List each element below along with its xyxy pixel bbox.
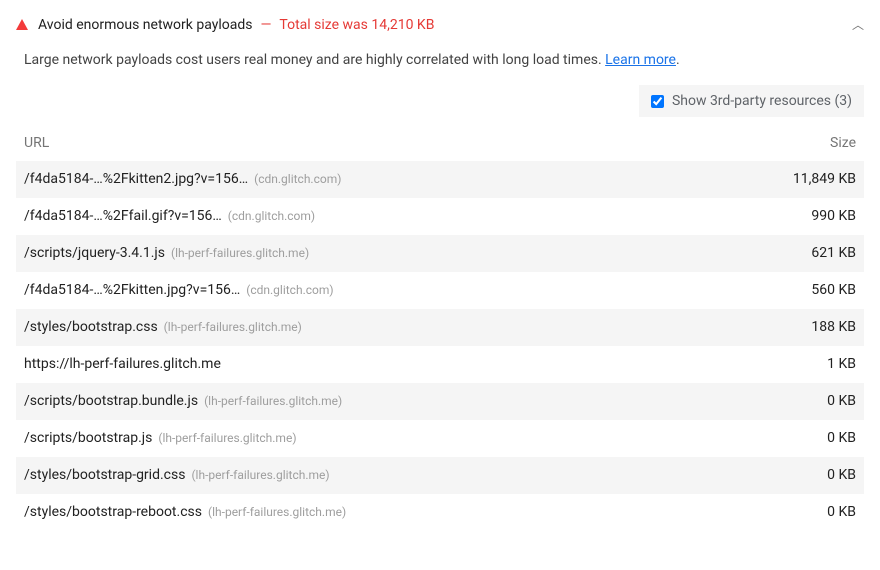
thirdparty-label: Show 3rd-party resources (3) xyxy=(672,93,852,109)
url-cell: https://lh-perf-failures.glitch.me xyxy=(24,356,746,372)
url-cell: /f4da5184-…%2Fkitten2.jpg?v=156… (cdn.gli… xyxy=(24,171,746,187)
size-cell: 11,849 KB xyxy=(746,171,856,187)
table-row: /scripts/jquery-3.4.1.js (lh-perf-failure… xyxy=(16,235,864,272)
size-cell: 0 KB xyxy=(746,504,856,520)
url-cell: /styles/bootstrap-reboot.css (lh-perf-fai… xyxy=(24,504,746,520)
audit-description: Large network payloads cost users real m… xyxy=(16,43,864,85)
url-cell: /scripts/bootstrap.bundle.js (lh-perf-fai… xyxy=(24,393,746,409)
table-row: https://lh-perf-failures.glitch.me 1 KB xyxy=(16,346,864,383)
url-origin: (cdn.glitch.com) xyxy=(228,209,315,223)
size-cell: 0 KB xyxy=(746,430,856,446)
audit-detail: Total size was 14,210 KB xyxy=(279,17,434,33)
size-cell: 560 KB xyxy=(746,282,856,298)
url-origin: (lh-perf-failures.glitch.me) xyxy=(171,246,309,260)
url-origin: (lh-perf-failures.glitch.me) xyxy=(204,394,342,408)
url-path[interactable]: /f4da5184-…%2Ffail.gif?v=156… xyxy=(24,208,222,224)
table-body: /f4da5184-…%2Fkitten2.jpg?v=156… (cdn.gli… xyxy=(16,161,864,531)
table-row: /styles/bootstrap-grid.css (lh-perf-failu… xyxy=(16,457,864,494)
url-origin: (lh-perf-failures.glitch.me) xyxy=(191,468,329,482)
col-size: Size xyxy=(746,135,856,151)
table-row: /styles/bootstrap.css (lh-perf-failures.g… xyxy=(16,309,864,346)
table-header: URL Size xyxy=(16,127,864,161)
url-path[interactable]: /scripts/bootstrap.bundle.js xyxy=(24,393,198,409)
size-cell: 990 KB xyxy=(746,208,856,224)
url-path[interactable]: /scripts/jquery-3.4.1.js xyxy=(24,245,165,261)
size-cell: 621 KB xyxy=(746,245,856,261)
description-period: . xyxy=(676,52,680,68)
table-row: /f4da5184-…%2Ffail.gif?v=156… (cdn.glitch… xyxy=(16,198,864,235)
url-origin: (lh-perf-failures.glitch.me) xyxy=(208,505,346,519)
url-cell: /f4da5184-…%2Ffail.gif?v=156… (cdn.glitch… xyxy=(24,208,746,224)
url-cell: /styles/bootstrap-grid.css (lh-perf-failu… xyxy=(24,467,746,483)
size-cell: 0 KB xyxy=(746,467,856,483)
url-path[interactable]: /scripts/bootstrap.js xyxy=(24,430,152,446)
size-cell: 188 KB xyxy=(746,319,856,335)
url-origin: (cdn.glitch.com) xyxy=(246,283,333,297)
url-cell: /scripts/jquery-3.4.1.js (lh-perf-failure… xyxy=(24,245,746,261)
table-row: /f4da5184-…%2Fkitten2.jpg?v=156… (cdn.gli… xyxy=(16,161,864,198)
url-path[interactable]: /f4da5184-…%2Fkitten2.jpg?v=156… xyxy=(24,171,248,187)
url-origin: (cdn.glitch.com) xyxy=(254,172,341,186)
table-row: /scripts/bootstrap.js (lh-perf-failures.g… xyxy=(16,420,864,457)
url-cell: /f4da5184-…%2Fkitten.jpg?v=156… (cdn.glit… xyxy=(24,282,746,298)
thirdparty-row: Show 3rd-party resources (3) xyxy=(16,85,864,127)
chevron-up-icon[interactable]: ︿ xyxy=(852,16,864,33)
learn-more-link[interactable]: Learn more xyxy=(605,52,676,68)
description-text: Large network payloads cost users real m… xyxy=(24,52,605,68)
url-cell: /scripts/bootstrap.js (lh-perf-failures.g… xyxy=(24,430,746,446)
audit-header[interactable]: Avoid enormous network payloads — Total … xyxy=(16,12,864,43)
size-cell: 0 KB xyxy=(746,393,856,409)
url-path[interactable]: /styles/bootstrap-grid.css xyxy=(24,467,185,483)
thirdparty-checkbox[interactable] xyxy=(651,95,664,108)
url-path[interactable]: /styles/bootstrap.css xyxy=(24,319,158,335)
audit-title: Avoid enormous network payloads xyxy=(38,17,252,33)
url-origin: (lh-perf-failures.glitch.me) xyxy=(158,431,296,445)
url-origin: (lh-perf-failures.glitch.me) xyxy=(164,320,302,334)
audit-separator: — xyxy=(260,17,271,33)
url-cell: /styles/bootstrap.css (lh-perf-failures.g… xyxy=(24,319,746,335)
url-path[interactable]: /styles/bootstrap-reboot.css xyxy=(24,504,202,520)
size-cell: 1 KB xyxy=(746,356,856,372)
col-url: URL xyxy=(24,135,746,151)
url-path[interactable]: https://lh-perf-failures.glitch.me xyxy=(24,356,221,372)
table-row: /f4da5184-…%2Fkitten.jpg?v=156… (cdn.glit… xyxy=(16,272,864,309)
table-row: /scripts/bootstrap.bundle.js (lh-perf-fai… xyxy=(16,383,864,420)
table-row: /styles/bootstrap-reboot.css (lh-perf-fai… xyxy=(16,494,864,531)
url-path[interactable]: /f4da5184-…%2Fkitten.jpg?v=156… xyxy=(24,282,240,298)
fail-triangle-icon xyxy=(16,19,28,30)
thirdparty-toggle[interactable]: Show 3rd-party resources (3) xyxy=(639,85,864,117)
